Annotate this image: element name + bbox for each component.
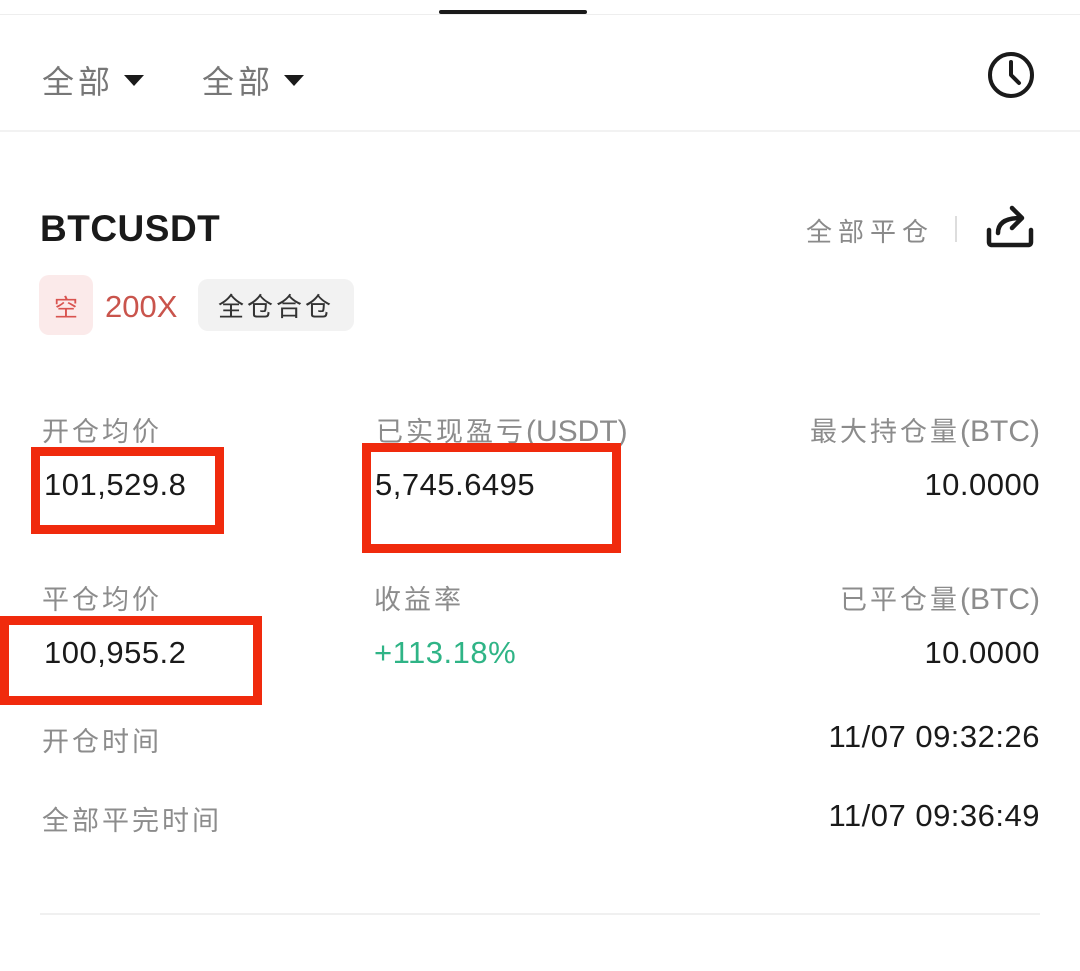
max-position-value: 10.0000 <box>924 467 1040 502</box>
closed-amount-value: 10.0000 <box>924 635 1040 670</box>
return-rate-label: 收益率 <box>374 585 464 616</box>
vertical-divider <box>955 216 957 242</box>
highlight-box-realized-pnl <box>362 443 621 553</box>
filter-label-1: 全部 <box>42 63 115 101</box>
caret-down-icon <box>284 74 305 86</box>
filter-bar: 全部 全部 <box>0 15 1080 132</box>
open-time-value: 11/07 09:32:26 <box>828 719 1040 754</box>
closed-amount-unit: (BTC) <box>960 583 1040 616</box>
margin-mode-tag: 全仓合仓 <box>198 279 354 331</box>
closed-amount-label-text: 已平仓量 <box>840 585 961 616</box>
filter-dropdown-2[interactable]: 全部 <box>202 57 305 103</box>
close-all-button[interactable]: 全部平仓 <box>806 212 934 249</box>
clock-icon[interactable] <box>986 50 1036 100</box>
max-position-label: 最大持仓量(BTC) <box>810 410 1040 449</box>
closed-amount-label: 已平仓量(BTC) <box>840 578 1040 617</box>
return-rate-value: +113.18% <box>374 635 517 670</box>
highlight-box-close-price <box>0 616 262 705</box>
filter-label-2: 全部 <box>202 63 275 101</box>
highlight-box-open-price <box>31 447 224 534</box>
full-close-time-label: 全部平完时间 <box>42 806 222 837</box>
leverage-tag: 200X <box>105 289 178 324</box>
caret-down-icon <box>124 74 145 86</box>
max-position-unit: (BTC) <box>960 415 1040 448</box>
close-avg-price-label: 平仓均价 <box>42 585 162 616</box>
open-avg-price-label: 开仓均价 <box>42 417 162 448</box>
max-position-label-text: 最大持仓量 <box>810 417 961 448</box>
side-tag-short: 空 <box>39 275 93 335</box>
full-close-time-value: 11/07 09:36:49 <box>828 798 1040 833</box>
share-icon[interactable] <box>984 200 1036 250</box>
filter-dropdown-1[interactable]: 全部 <box>42 57 145 103</box>
bottom-divider <box>40 913 1040 915</box>
open-time-label: 开仓时间 <box>42 727 162 758</box>
position-symbol: BTCUSDT <box>40 208 221 249</box>
